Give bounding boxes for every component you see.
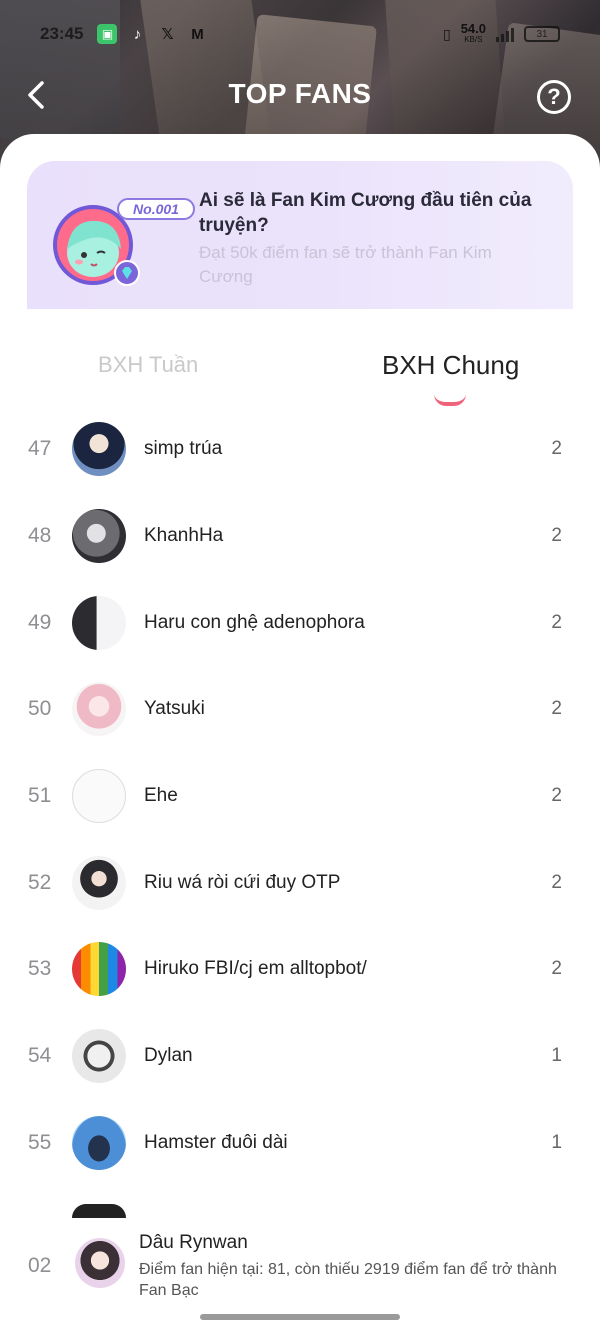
avatar (72, 509, 126, 564)
home-indicator[interactable] (200, 1314, 400, 1320)
fan-name: Hiruko FBI/cj em alltopbot/ (144, 958, 367, 980)
signal-icon (496, 26, 514, 42)
fan-score: 2 (551, 871, 562, 893)
app-notification-icon: ▣ (97, 24, 118, 44)
vibrate-icon: ▯ (442, 25, 451, 42)
list-item[interactable]: 48 KhanhHa 2 (0, 493, 600, 580)
fan-name: Dylan (144, 1045, 193, 1067)
tiktok-icon: ♪ (133, 25, 142, 43)
my-name: Dâu Rynwan (139, 1232, 248, 1253)
rank-number: 51 (28, 784, 52, 808)
fan-score: 2 (551, 438, 562, 460)
avatar (72, 1204, 126, 1218)
fan-name: Hamster đuôi dài (144, 1131, 288, 1153)
banner-subtitle: Đạt 50k điểm fan sẽ trở thành Fan Kim Cư… (199, 243, 492, 286)
battery-icon: 31 (524, 26, 560, 42)
avatar (72, 1115, 126, 1170)
status-bar: 23:45 ▣ ♪ 𝕏 M ▯ 54.0 KB/S 31 (0, 18, 600, 50)
ranking-list: 47 simp trúa 2 48 KhanhHa 2 49 Haru con … (0, 406, 600, 1186)
fan-score: 2 (551, 958, 562, 980)
mail-icon: M (191, 25, 204, 43)
fan-score: 1 (551, 1131, 562, 1153)
active-tab-indicator (434, 394, 466, 406)
help-icon[interactable]: ? (537, 80, 571, 114)
avatar (72, 769, 126, 824)
list-item[interactable]: 55 Hamster đuôi dài 1 (0, 1100, 600, 1187)
diamond-fan-banner[interactable]: No.001 Ai sẽ là Fan Kim Cương đầu tiên c… (27, 161, 573, 309)
rank-number: 55 (28, 1130, 52, 1154)
notification-icons: ▣ ♪ 𝕏 M (97, 24, 207, 44)
my-avatar (75, 1238, 125, 1288)
rank-number: 49 (28, 610, 52, 634)
rank-badge: No.001 (117, 198, 195, 220)
fan-name: Haru con ghệ adenophora (144, 611, 365, 633)
my-rank-number: 02 (28, 1254, 52, 1277)
status-time: 23:45 (40, 24, 84, 43)
avatar (72, 855, 126, 910)
avatar (72, 595, 126, 650)
fan-name: Yatsuki (144, 698, 205, 720)
status-right: ▯ 54.0 KB/S 31 (442, 21, 560, 45)
tab-overall[interactable]: BXH Chung (382, 350, 519, 381)
list-item[interactable]: 50 Yatsuki 2 (0, 666, 600, 753)
fan-score: 1 (551, 1045, 562, 1067)
fan-name: Riu wá ròi cứi đuy OTP (144, 871, 341, 893)
fan-score: 2 (551, 525, 562, 547)
fan-name: KhanhHa (144, 525, 224, 547)
rank-number: 48 (28, 524, 52, 548)
rank-number: 54 (28, 1044, 52, 1068)
avatar (72, 942, 126, 997)
ranking-tabs: BXH Tuần BXH Chung (0, 344, 600, 406)
fan-name: Ehe (144, 785, 178, 807)
x-icon: 𝕏 (161, 26, 174, 43)
avatar (72, 422, 126, 477)
list-item[interactable]: 52 Riu wá ròi cứi đuy OTP 2 (0, 839, 600, 926)
net-speed: 54.0 KB/S (460, 21, 486, 44)
list-item[interactable]: 53 Hiruko FBI/cj em alltopbot/ 2 (0, 926, 600, 1013)
fan-score: 2 (551, 785, 562, 807)
fan-score: 2 (551, 611, 562, 633)
rank-number: 52 (28, 870, 52, 894)
fan-name: simp trúa (144, 438, 223, 460)
rank-number: 50 (28, 697, 52, 721)
avatar (72, 682, 126, 737)
tab-weekly[interactable]: BXH Tuần (98, 352, 198, 378)
fan-score: 2 (551, 698, 562, 720)
rank-number: 47 (28, 437, 52, 461)
my-points-info: Điểm fan hiện tại: 81, còn thiếu 2919 đi… (139, 1261, 557, 1299)
rank-number: 53 (28, 957, 52, 981)
list-item[interactable]: 51 Ehe 2 (0, 753, 600, 840)
list-item[interactable]: 49 Haru con ghệ adenophora 2 (0, 579, 600, 666)
banner-title: Ai sẽ là Fan Kim Cương đầu tiên của truy… (199, 190, 532, 236)
page-title: TOP FANS (228, 78, 372, 109)
diamond-icon (114, 260, 140, 286)
list-item[interactable]: 47 simp trúa 2 (0, 406, 600, 493)
avatar (72, 1029, 126, 1084)
list-item[interactable]: 54 Dylan 1 (0, 1013, 600, 1100)
